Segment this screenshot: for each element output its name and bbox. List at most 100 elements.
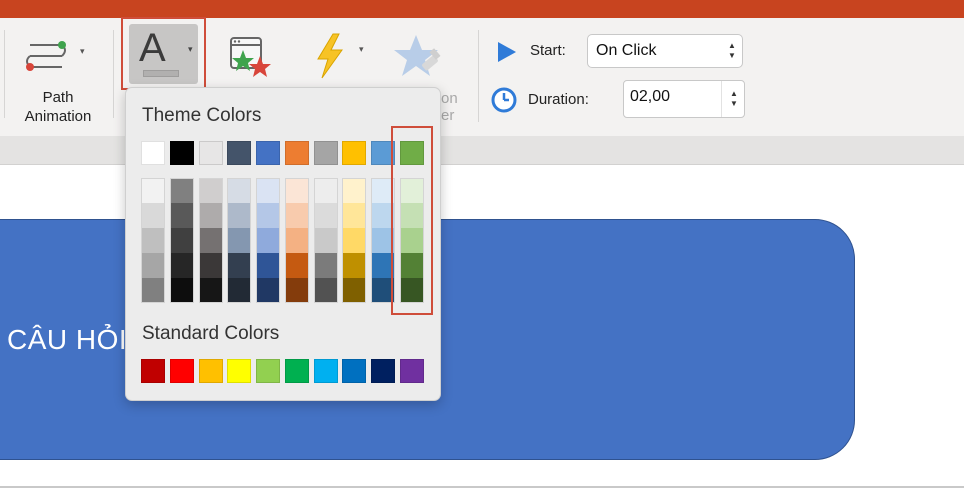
theme-shade-swatch[interactable] bbox=[142, 203, 164, 228]
theme-shade-swatch[interactable] bbox=[314, 203, 337, 228]
animation-pane-icon[interactable] bbox=[229, 34, 275, 78]
theme-shade-swatch[interactable] bbox=[257, 179, 279, 203]
theme-shade-swatch[interactable] bbox=[228, 203, 251, 228]
theme-shade-swatch[interactable] bbox=[343, 228, 366, 253]
standard-color-swatch[interactable] bbox=[256, 359, 280, 383]
theme-shade-swatch[interactable] bbox=[142, 253, 164, 278]
duration-label: Duration: bbox=[528, 91, 589, 108]
theme-shade-swatch[interactable] bbox=[228, 253, 251, 278]
duration-field[interactable]: ▲▼ bbox=[623, 80, 745, 118]
theme-shade-swatch[interactable] bbox=[199, 278, 222, 302]
theme-shade-swatch[interactable] bbox=[228, 228, 251, 253]
standard-color-swatch[interactable] bbox=[371, 359, 395, 383]
font-color-swatch-bar bbox=[143, 70, 179, 77]
theme-shade-swatch[interactable] bbox=[142, 179, 164, 203]
standard-color-swatch[interactable] bbox=[198, 359, 223, 383]
theme-shade-swatch[interactable] bbox=[285, 203, 308, 228]
font-color-letter-icon: A bbox=[139, 26, 166, 70]
divider bbox=[721, 81, 722, 117]
highlighted-color-column bbox=[391, 126, 433, 315]
theme-color-swatch[interactable] bbox=[198, 141, 223, 165]
theme-colors-heading: Theme Colors bbox=[142, 105, 262, 126]
theme-color-swatch[interactable] bbox=[284, 141, 309, 165]
theme-shade-column bbox=[313, 178, 338, 303]
theme-shade-column bbox=[256, 178, 280, 303]
theme-shade-swatch[interactable] bbox=[170, 228, 193, 253]
dropdown-caret-icon[interactable]: ▾ bbox=[359, 44, 364, 55]
theme-shade-swatch[interactable] bbox=[343, 253, 366, 278]
theme-shade-column bbox=[169, 178, 194, 303]
theme-shade-swatch[interactable] bbox=[142, 228, 164, 253]
start-play-icon bbox=[498, 42, 516, 62]
animation-painter-icon bbox=[394, 35, 441, 76]
theme-shade-swatch[interactable] bbox=[343, 179, 366, 203]
start-select-value: On Click bbox=[596, 42, 657, 59]
standard-color-swatch[interactable] bbox=[227, 359, 252, 383]
theme-shade-swatch[interactable] bbox=[257, 278, 279, 302]
theme-shade-swatch[interactable] bbox=[199, 179, 222, 203]
theme-shade-swatch[interactable] bbox=[285, 253, 308, 278]
font-color-button-face: A ▾ bbox=[129, 24, 198, 84]
theme-shade-column bbox=[284, 178, 309, 303]
standard-color-swatch[interactable] bbox=[399, 359, 424, 383]
theme-shade-swatch[interactable] bbox=[170, 203, 193, 228]
theme-shade-swatch[interactable] bbox=[314, 253, 337, 278]
theme-shade-swatch[interactable] bbox=[285, 179, 308, 203]
theme-shade-swatch[interactable] bbox=[314, 228, 337, 253]
theme-shade-swatch[interactable] bbox=[257, 228, 279, 253]
font-color-button[interactable]: A ▾ bbox=[121, 17, 206, 90]
dropdown-caret-icon: ▾ bbox=[80, 46, 85, 56]
theme-shade-swatch[interactable] bbox=[343, 203, 366, 228]
animation-painter-label: er bbox=[441, 107, 455, 124]
path-animation-label: Path Animation bbox=[24, 89, 92, 125]
font-color-palette: Theme Colors Standard Colors bbox=[125, 87, 441, 401]
ribbon-separator bbox=[113, 30, 114, 118]
duration-input[interactable] bbox=[630, 88, 714, 106]
theme-shade-swatch[interactable] bbox=[257, 203, 279, 228]
theme-shade-column bbox=[198, 178, 223, 303]
theme-shade-swatch[interactable] bbox=[170, 179, 193, 203]
start-label: Start: bbox=[530, 42, 566, 59]
ribbon-separator bbox=[4, 30, 5, 118]
select-arrows-icon[interactable]: ▲ ▼ bbox=[727, 41, 737, 61]
theme-color-swatch[interactable] bbox=[227, 141, 252, 165]
standard-colors-heading: Standard Colors bbox=[142, 323, 280, 344]
theme-shade-swatch[interactable] bbox=[285, 278, 308, 302]
standard-color-swatch[interactable] bbox=[284, 359, 309, 383]
theme-shade-column bbox=[342, 178, 367, 303]
theme-color-swatch[interactable] bbox=[313, 141, 338, 165]
theme-shade-swatch[interactable] bbox=[142, 278, 164, 302]
theme-shade-swatch[interactable] bbox=[228, 278, 251, 302]
theme-shade-column bbox=[227, 178, 252, 303]
title-bar bbox=[0, 0, 964, 18]
theme-shade-swatch[interactable] bbox=[285, 228, 308, 253]
divider bbox=[0, 486, 964, 488]
theme-shade-column bbox=[141, 178, 165, 303]
theme-shade-swatch[interactable] bbox=[257, 253, 279, 278]
standard-color-swatch[interactable] bbox=[169, 359, 194, 383]
theme-color-swatch[interactable] bbox=[141, 141, 165, 165]
dropdown-caret-icon[interactable]: ▾ bbox=[188, 44, 193, 55]
theme-shade-swatch[interactable] bbox=[199, 228, 222, 253]
theme-shade-swatch[interactable] bbox=[199, 253, 222, 278]
slide-shape-text[interactable]: CÂU HỎI bbox=[7, 324, 127, 356]
theme-color-swatch[interactable] bbox=[342, 141, 367, 165]
theme-color-swatch[interactable] bbox=[256, 141, 280, 165]
standard-color-swatch[interactable] bbox=[342, 359, 367, 383]
path-animation-button[interactable]: ▾ Path Animation bbox=[8, 28, 108, 128]
duration-stepper[interactable]: ▲ ▼ bbox=[729, 89, 739, 109]
theme-shade-swatch[interactable] bbox=[343, 278, 366, 302]
standard-color-swatch[interactable] bbox=[141, 359, 165, 383]
theme-shade-swatch[interactable] bbox=[170, 278, 193, 302]
theme-shade-swatch[interactable] bbox=[314, 179, 337, 203]
ribbon-separator bbox=[478, 30, 479, 122]
theme-shade-swatch[interactable] bbox=[199, 203, 222, 228]
standard-color-swatch[interactable] bbox=[313, 359, 338, 383]
theme-shade-swatch[interactable] bbox=[170, 253, 193, 278]
trigger-lightning-icon[interactable] bbox=[313, 32, 347, 80]
start-select[interactable]: On Click ▲ ▼ bbox=[587, 34, 743, 68]
theme-shade-swatch[interactable] bbox=[228, 179, 251, 203]
path-animation-icon bbox=[26, 41, 66, 71]
theme-color-swatch[interactable] bbox=[169, 141, 194, 165]
theme-shade-swatch[interactable] bbox=[314, 278, 337, 302]
